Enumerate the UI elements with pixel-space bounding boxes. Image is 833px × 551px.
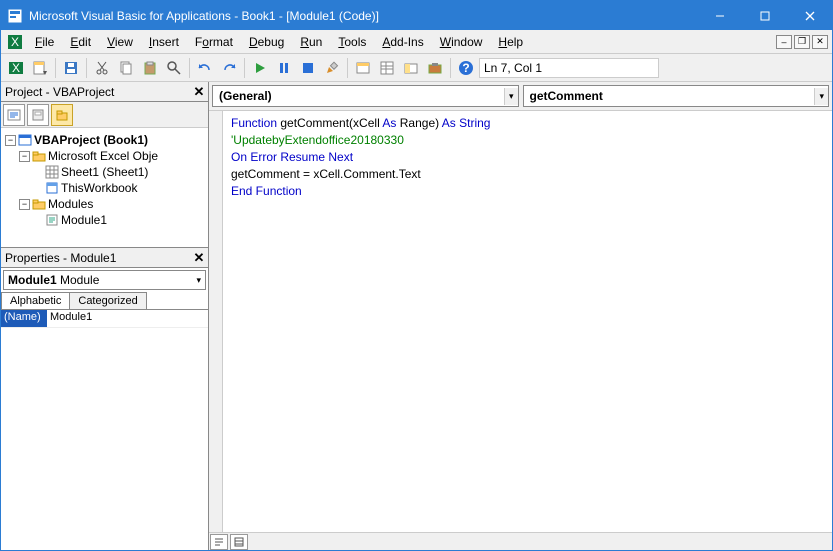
- project-icon: [18, 133, 32, 147]
- project-panel-header: Project - VBAProject ✕: [1, 82, 208, 102]
- folder-icon: [32, 197, 46, 211]
- properties-panel-title: Properties - Module1: [5, 251, 190, 265]
- collapse-icon[interactable]: −: [19, 151, 30, 162]
- reset-button[interactable]: [297, 57, 319, 79]
- minimize-button[interactable]: [697, 1, 742, 30]
- menu-run[interactable]: Run: [292, 33, 330, 51]
- view-code-button[interactable]: [3, 104, 25, 126]
- properties-panel-close-button[interactable]: ✕: [190, 249, 208, 267]
- menu-format[interactable]: Format: [187, 33, 241, 51]
- mdi-close-button[interactable]: ✕: [812, 35, 828, 49]
- menu-file[interactable]: File: [27, 33, 62, 51]
- menu-insert[interactable]: Insert: [141, 33, 187, 51]
- copy-button[interactable]: [115, 57, 137, 79]
- design-mode-button[interactable]: [321, 57, 343, 79]
- view-object-button[interactable]: [27, 104, 49, 126]
- code-margin[interactable]: [209, 111, 223, 532]
- project-toolbar: [1, 102, 208, 128]
- code-editor[interactable]: Function getComment(xCell As Range) As S…: [223, 111, 832, 532]
- workbook-icon: [45, 181, 59, 195]
- module-icon: [45, 213, 59, 227]
- maximize-button[interactable]: [742, 1, 787, 30]
- menu-window[interactable]: Window: [432, 33, 491, 51]
- tab-alphabetic[interactable]: Alphabetic: [1, 292, 70, 309]
- save-button[interactable]: [60, 57, 82, 79]
- run-button[interactable]: [249, 57, 271, 79]
- code-view-buttons: [209, 532, 832, 550]
- project-tree[interactable]: − VBAProject (Book1) − Microsoft Excel O…: [1, 128, 208, 248]
- properties-grid[interactable]: (Name) Module1: [1, 310, 208, 550]
- window-title: Microsoft Visual Basic for Applications …: [29, 9, 697, 23]
- object-type: Module: [60, 273, 99, 287]
- procedure-combo[interactable]: getComment ▾: [523, 85, 830, 107]
- mdi-restore-button[interactable]: ❐: [794, 35, 810, 49]
- toggle-folders-button[interactable]: [51, 104, 73, 126]
- find-button[interactable]: [163, 57, 185, 79]
- paste-button[interactable]: [139, 57, 161, 79]
- properties-window-button[interactable]: [376, 57, 398, 79]
- collapse-icon[interactable]: −: [19, 199, 30, 210]
- close-button[interactable]: [787, 1, 832, 30]
- view-excel-button[interactable]: X: [5, 57, 27, 79]
- menu-help[interactable]: Help: [490, 33, 531, 51]
- folder-icon: [32, 149, 46, 163]
- cut-button[interactable]: [91, 57, 113, 79]
- standard-toolbar: X ? Ln 7, Col 1: [1, 54, 832, 82]
- menu-edit[interactable]: Edit: [62, 33, 99, 51]
- help-button[interactable]: ?: [455, 57, 477, 79]
- menu-addins[interactable]: Add-Ins: [374, 33, 431, 51]
- break-button[interactable]: [273, 57, 295, 79]
- property-value[interactable]: Module1: [47, 310, 208, 327]
- vba-app-icon: [7, 8, 23, 24]
- undo-button[interactable]: [194, 57, 216, 79]
- properties-panel-header: Properties - Module1 ✕: [1, 248, 208, 268]
- tree-sheet1[interactable]: Sheet1 (Sheet1): [61, 165, 148, 179]
- tab-categorized[interactable]: Categorized: [69, 292, 146, 309]
- procedure-combo-value: getComment: [530, 89, 603, 103]
- project-panel-close-button[interactable]: ✕: [190, 83, 208, 101]
- object-selector[interactable]: Module1 Module ▾: [3, 270, 206, 290]
- svg-text:?: ?: [462, 61, 469, 75]
- project-panel-title: Project - VBAProject: [5, 85, 190, 99]
- collapse-icon[interactable]: −: [5, 135, 16, 146]
- svg-text:X: X: [11, 35, 19, 49]
- title-bar: Microsoft Visual Basic for Applications …: [1, 1, 832, 30]
- menu-debug[interactable]: Debug: [241, 33, 292, 51]
- svg-text:X: X: [12, 61, 20, 75]
- property-name: (Name): [1, 310, 47, 327]
- chevron-down-icon: ▾: [196, 275, 201, 286]
- redo-button[interactable]: [218, 57, 240, 79]
- excel-icon: X: [7, 34, 23, 50]
- worksheet-icon: [45, 165, 59, 179]
- object-name: Module1: [8, 273, 57, 287]
- menu-tools[interactable]: Tools: [330, 33, 374, 51]
- procedure-view-button[interactable]: [210, 534, 228, 550]
- full-module-view-button[interactable]: [230, 534, 248, 550]
- chevron-down-icon: ▾: [504, 88, 518, 105]
- tree-modules[interactable]: Modules: [48, 197, 93, 211]
- toolbox-button[interactable]: [424, 57, 446, 79]
- property-row[interactable]: (Name) Module1: [1, 310, 208, 328]
- menu-view[interactable]: View: [99, 33, 141, 51]
- object-combo-value: (General): [219, 89, 272, 103]
- tree-module1[interactable]: Module1: [61, 213, 107, 227]
- tree-thisworkbook[interactable]: ThisWorkbook: [61, 181, 137, 195]
- position-indicator: Ln 7, Col 1: [479, 58, 659, 78]
- object-browser-button[interactable]: [400, 57, 422, 79]
- mdi-minimize-button[interactable]: –: [776, 35, 792, 49]
- chevron-down-icon: ▾: [814, 88, 828, 105]
- insert-module-button[interactable]: [29, 57, 51, 79]
- project-explorer-button[interactable]: [352, 57, 374, 79]
- tree-excel-objects[interactable]: Microsoft Excel Obje: [48, 149, 158, 163]
- tree-root[interactable]: VBAProject (Book1): [34, 133, 148, 147]
- object-combo[interactable]: (General) ▾: [212, 85, 519, 107]
- menu-bar: X File Edit View Insert Format Debug Run…: [1, 30, 832, 54]
